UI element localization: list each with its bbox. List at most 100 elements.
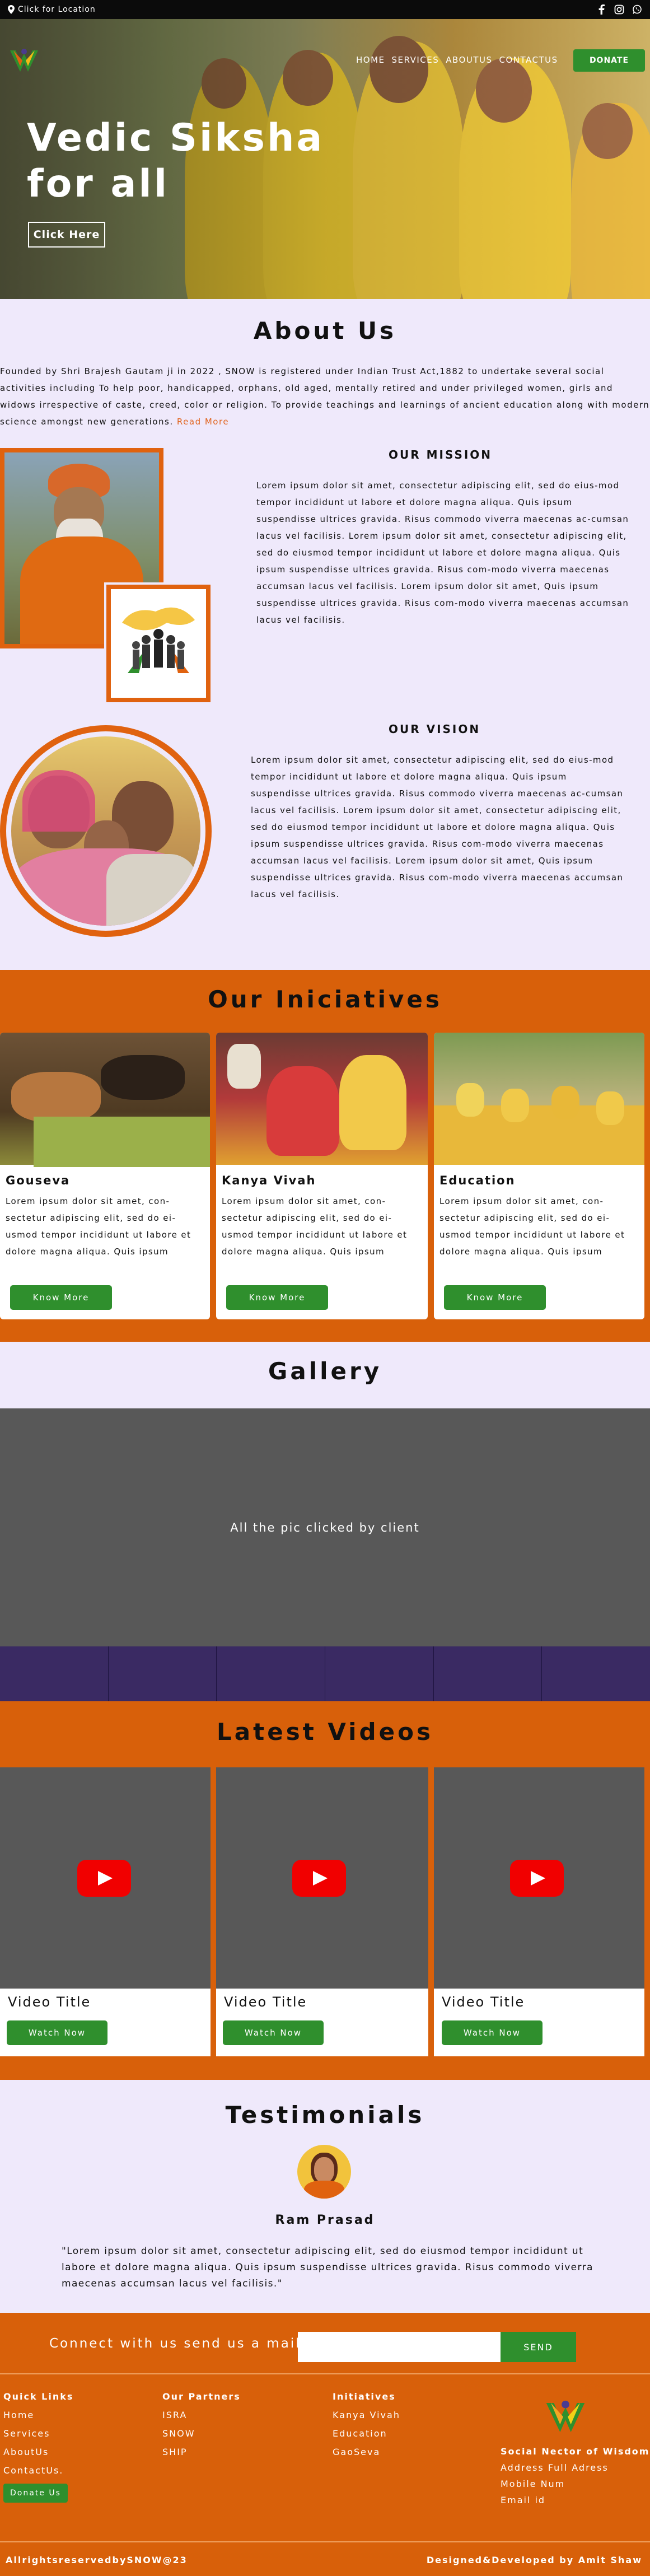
education-photo [434, 1033, 644, 1165]
org-email: Email id [501, 2495, 546, 2505]
gallery-thumbnail[interactable] [325, 1646, 434, 1701]
location-link[interactable]: Click for Location [8, 5, 96, 14]
initiative-title: Gouseva [6, 1174, 71, 1187]
main-nav: HOME SERVICES ABOUTUS CONTACTUS [356, 55, 558, 65]
nav-services[interactable]: SERVICES [392, 55, 439, 65]
know-more-button[interactable]: Know More [226, 1285, 328, 1310]
footer-org: Social Nector of Wisdom Address Full Adr… [501, 2446, 649, 2511]
nav-home[interactable]: HOME [356, 55, 385, 65]
email-field[interactable] [298, 2332, 501, 2362]
location-label[interactable]: Click for Location [18, 5, 96, 14]
donate-button[interactable]: DONATE [573, 49, 645, 72]
nav-aboutus[interactable]: ABOUTUS [446, 55, 492, 65]
initiative-text: Lorem ipsum dolor sit amet, con-sectetur… [439, 1196, 625, 1257]
hero-banner: HOME SERVICES ABOUTUS CONTACTUS DONATE V… [0, 19, 650, 299]
mission-heading: OUR MISSION [389, 448, 493, 461]
nav-contactus[interactable]: CONTACTUS [499, 55, 558, 65]
hero-title: Vedic Siksha for all [27, 115, 324, 207]
quick-links-heading: Quick Links [3, 2391, 74, 2402]
social-links [596, 4, 642, 15]
partner-item[interactable]: SHIP [162, 2447, 241, 2457]
vision-text: Lorem ipsum dolor sit amet, consectetur … [251, 755, 624, 899]
video-thumbnail[interactable] [0, 1767, 211, 1989]
footer-divider [0, 2373, 650, 2374]
footer-initiative-item[interactable]: Kanya Vivah [333, 2410, 400, 2420]
know-more-button[interactable]: Know More [444, 1285, 546, 1310]
instagram-icon[interactable] [614, 4, 624, 15]
hero-title-line2: for all [27, 162, 170, 206]
footer-initiative-item[interactable]: GaoSeva [333, 2447, 400, 2457]
gallery-thumbnail[interactable] [109, 1646, 217, 1701]
gallery-thumbnail[interactable] [0, 1646, 109, 1701]
location-pin-icon [8, 5, 15, 14]
top-bar: Click for Location [0, 0, 650, 19]
about-text: Founded by Shri Brajesh Gautam ji in 202… [0, 363, 650, 430]
testimonials-heading: Testimonials [225, 2101, 425, 2129]
facebook-icon[interactable] [596, 4, 606, 15]
video-title: Video Title [442, 1994, 525, 2010]
youtube-play-icon[interactable] [510, 1860, 564, 1897]
initiatives-heading: Our Iniciatives [208, 986, 442, 1013]
gallery-thumbnail[interactable] [434, 1646, 543, 1701]
whatsapp-icon[interactable] [632, 4, 642, 15]
partner-item[interactable]: ISRA [162, 2410, 241, 2420]
footer-initiatives-heading: Initiatives [333, 2391, 396, 2402]
hero-cta-button[interactable]: Click Here [28, 222, 105, 248]
footer-bottom-bar: AllrightsreservedbySNOW@23 Designed&Deve… [0, 2541, 650, 2576]
org-name: Social Nector of Wisdom [501, 2446, 650, 2457]
video-thumbnail[interactable] [216, 1767, 428, 1989]
video-thumbnail[interactable] [434, 1767, 644, 1989]
kanya-vivah-photo [216, 1033, 428, 1165]
initiative-title: Kanya Vivah [222, 1174, 316, 1187]
footer-link-services[interactable]: Services [3, 2428, 73, 2439]
gallery-thumbnail[interactable] [217, 1646, 326, 1701]
testimonial-quote: "Lorem ipsum dolor sit amet, consectetur… [62, 2246, 593, 2289]
org-mobile: Mobile Num [501, 2479, 565, 2489]
newsletter-label: Connect with us send us a mail [49, 2336, 301, 2351]
initiative-card-gouseva: Gouseva Lorem ipsum dolor sit amet, con-… [0, 1033, 210, 1319]
initiative-text: Lorem ipsum dolor sit amet, con-sectetur… [6, 1196, 191, 1257]
partners-heading: Our Partners [162, 2391, 241, 2402]
gallery-thumbnails [0, 1646, 650, 1701]
developer-credit: Designed&Developed by Amit Shaw [426, 2555, 642, 2565]
gallery-main-image[interactable]: All the pic clicked by client [0, 1408, 650, 1646]
videos-heading: Latest Videos [217, 1718, 433, 1746]
watch-now-button[interactable]: Watch Now [442, 2020, 543, 2045]
footer-donate-button[interactable]: Donate Us [3, 2484, 68, 2503]
gallery-heading: Gallery [268, 1357, 382, 1385]
watch-now-button[interactable]: Watch Now [7, 2020, 107, 2045]
footer-partners: Our Partners ISRA SNOW SHIP [162, 2391, 241, 2465]
send-button[interactable]: SEND [501, 2332, 576, 2362]
footer: Connect with us send us a mail SEND Quic… [0, 2313, 650, 2576]
youtube-play-icon[interactable] [77, 1860, 131, 1897]
hero-title-line1: Vedic Siksha [27, 116, 325, 160]
footer-link-aboutus[interactable]: AboutUs [3, 2447, 73, 2457]
partner-item[interactable]: SNOW [162, 2428, 241, 2439]
video-card: Video Title Watch Now [0, 1767, 211, 2056]
watch-now-button[interactable]: Watch Now [223, 2020, 324, 2045]
video-title: Video Title [224, 1994, 307, 2010]
initiative-card-kanya-vivah: Kanya Vivah Lorem ipsum dolor sit amet, … [216, 1033, 428, 1319]
footer-link-home[interactable]: Home [3, 2410, 73, 2420]
mission-text: Lorem ipsum dolor sit amet, consectetur … [256, 480, 629, 625]
read-more-link[interactable]: Read More [177, 417, 229, 427]
business-photo [111, 589, 206, 698]
initiative-card-education: Education Lorem ipsum dolor sit amet, co… [434, 1033, 644, 1319]
gouseva-photo [0, 1033, 210, 1167]
gallery-caption: All the pic clicked by client [230, 1520, 420, 1534]
testimonial-name: Ram Prasad [275, 2213, 375, 2227]
family-photo [11, 736, 200, 926]
footer-logo-icon [546, 2400, 585, 2433]
video-card: Video Title Watch Now [434, 1767, 644, 2056]
copyright-text: AllrightsreservedbySNOW@23 [6, 2555, 188, 2565]
org-address: Address Full Adress [501, 2462, 609, 2473]
vision-heading: OUR VISION [389, 722, 481, 736]
youtube-play-icon[interactable] [292, 1860, 346, 1897]
site-logo-icon[interactable] [8, 46, 40, 76]
gallery-thumbnail[interactable] [542, 1646, 650, 1701]
footer-initiative-item[interactable]: Education [333, 2428, 400, 2439]
about-body: Founded by Shri Brajesh Gautam ji in 202… [0, 366, 650, 427]
know-more-button[interactable]: Know More [10, 1285, 112, 1310]
footer-link-contactus[interactable]: ContactUs. [3, 2465, 73, 2476]
initiative-text: Lorem ipsum dolor sit amet, con-sectetur… [222, 1196, 408, 1257]
